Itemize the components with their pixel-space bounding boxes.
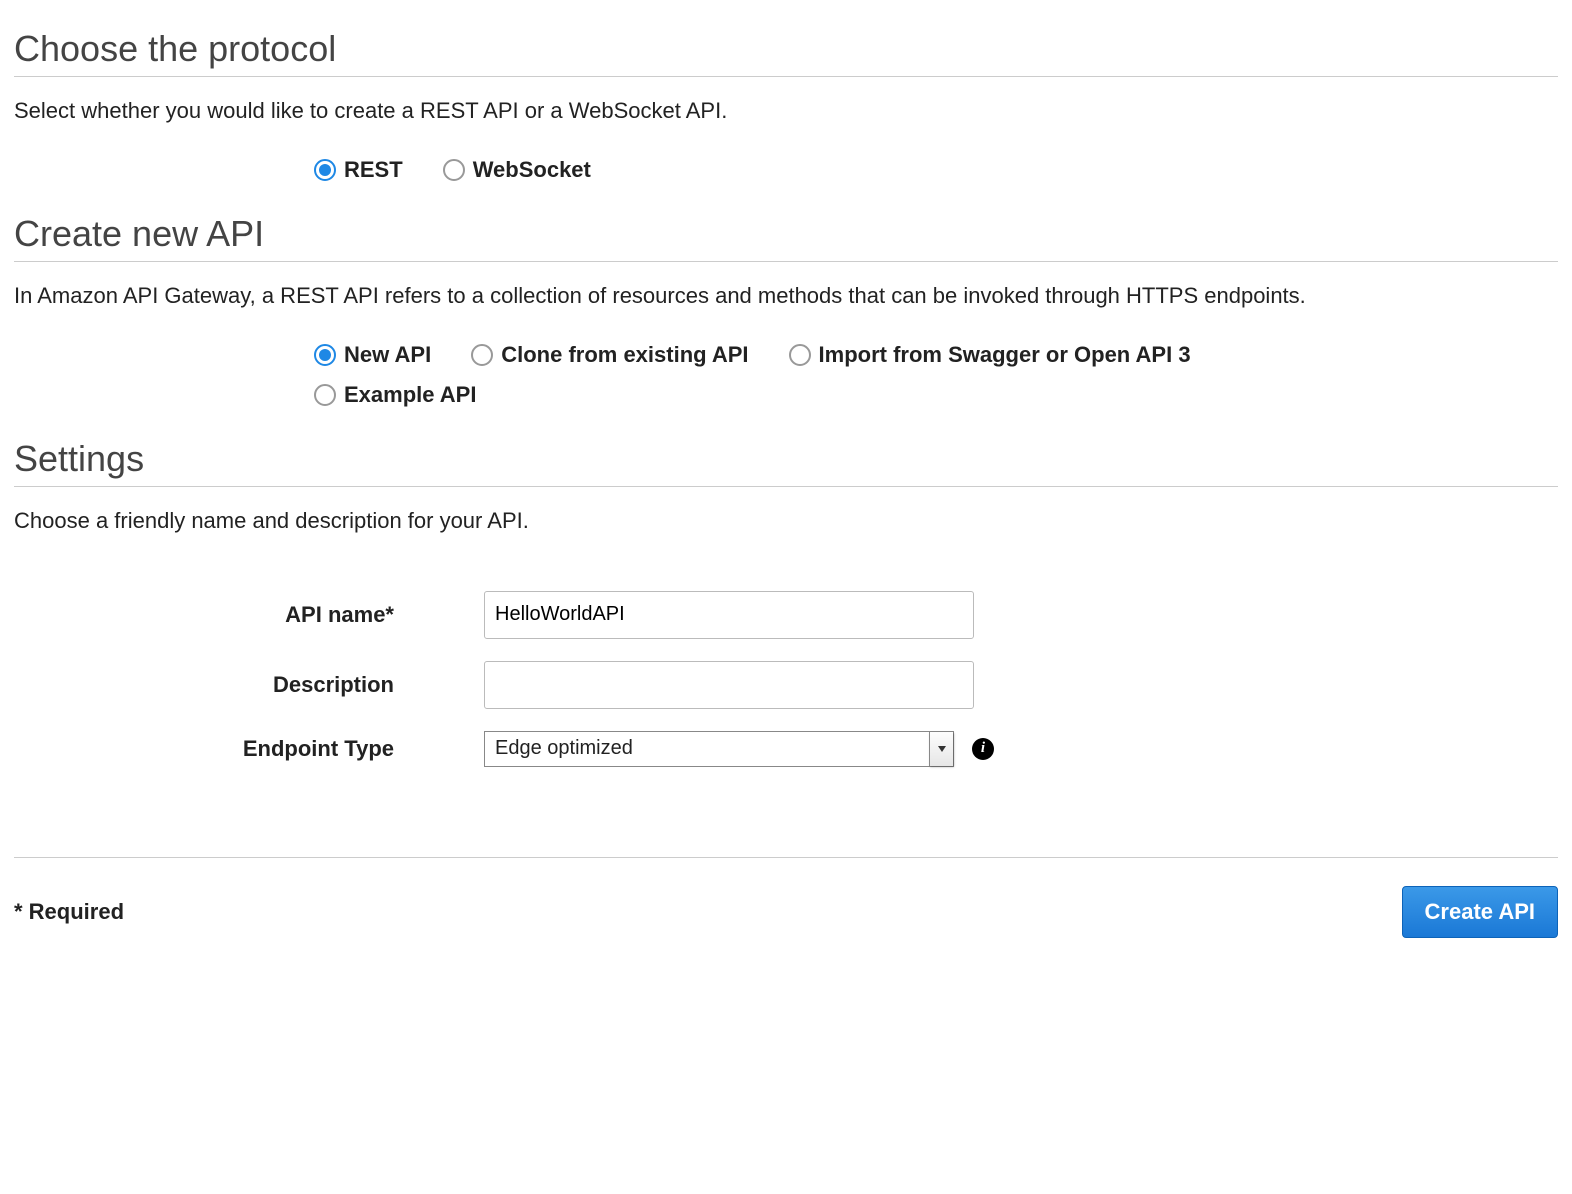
radio-dot-icon bbox=[471, 344, 493, 366]
protocol-rest-radio[interactable]: REST bbox=[314, 157, 403, 183]
description-input[interactable] bbox=[484, 661, 974, 709]
info-icon[interactable]: i bbox=[972, 738, 994, 760]
protocol-description: Select whether you would like to create … bbox=[14, 95, 1558, 127]
protocol-websocket-label: WebSocket bbox=[473, 157, 591, 183]
endpoint-type-row: Endpoint Type Edge optimized i bbox=[14, 731, 1558, 767]
create-import-label: Import from Swagger or Open API 3 bbox=[819, 342, 1191, 368]
create-description: In Amazon API Gateway, a REST API refers… bbox=[14, 280, 1558, 312]
protocol-rest-label: REST bbox=[344, 157, 403, 183]
create-clone-label: Clone from existing API bbox=[501, 342, 748, 368]
required-note: * Required bbox=[14, 899, 124, 925]
radio-dot-icon bbox=[789, 344, 811, 366]
protocol-radio-group: REST WebSocket bbox=[14, 157, 1558, 183]
endpoint-type-label: Endpoint Type bbox=[14, 736, 484, 762]
footer: * Required Create API bbox=[14, 857, 1558, 938]
endpoint-type-value: Edge optimized bbox=[485, 737, 929, 760]
radio-dot-icon bbox=[314, 159, 336, 181]
protocol-websocket-radio[interactable]: WebSocket bbox=[443, 157, 591, 183]
api-name-input[interactable] bbox=[484, 591, 974, 639]
description-row: Description bbox=[14, 661, 1558, 709]
create-radio-group: New API Clone from existing API Import f… bbox=[14, 342, 1558, 408]
settings-description: Choose a friendly name and description f… bbox=[14, 505, 1558, 537]
create-example-label: Example API bbox=[344, 382, 476, 408]
api-name-row: API name* bbox=[14, 591, 1558, 639]
settings-heading: Settings bbox=[14, 438, 1558, 487]
radio-dot-icon bbox=[314, 344, 336, 366]
create-example-radio[interactable]: Example API bbox=[314, 382, 476, 408]
create-import-radio[interactable]: Import from Swagger or Open API 3 bbox=[789, 342, 1191, 368]
create-clone-radio[interactable]: Clone from existing API bbox=[471, 342, 748, 368]
radio-dot-icon bbox=[314, 384, 336, 406]
description-label: Description bbox=[14, 672, 484, 698]
radio-dot-icon bbox=[443, 159, 465, 181]
create-heading: Create new API bbox=[14, 213, 1558, 262]
protocol-heading: Choose the protocol bbox=[14, 28, 1558, 77]
create-new-api-label: New API bbox=[344, 342, 431, 368]
chevron-down-icon[interactable] bbox=[929, 732, 953, 766]
endpoint-type-select[interactable]: Edge optimized bbox=[484, 731, 954, 767]
create-new-api-radio[interactable]: New API bbox=[314, 342, 431, 368]
api-name-label: API name* bbox=[14, 602, 484, 628]
create-api-button[interactable]: Create API bbox=[1402, 886, 1558, 938]
